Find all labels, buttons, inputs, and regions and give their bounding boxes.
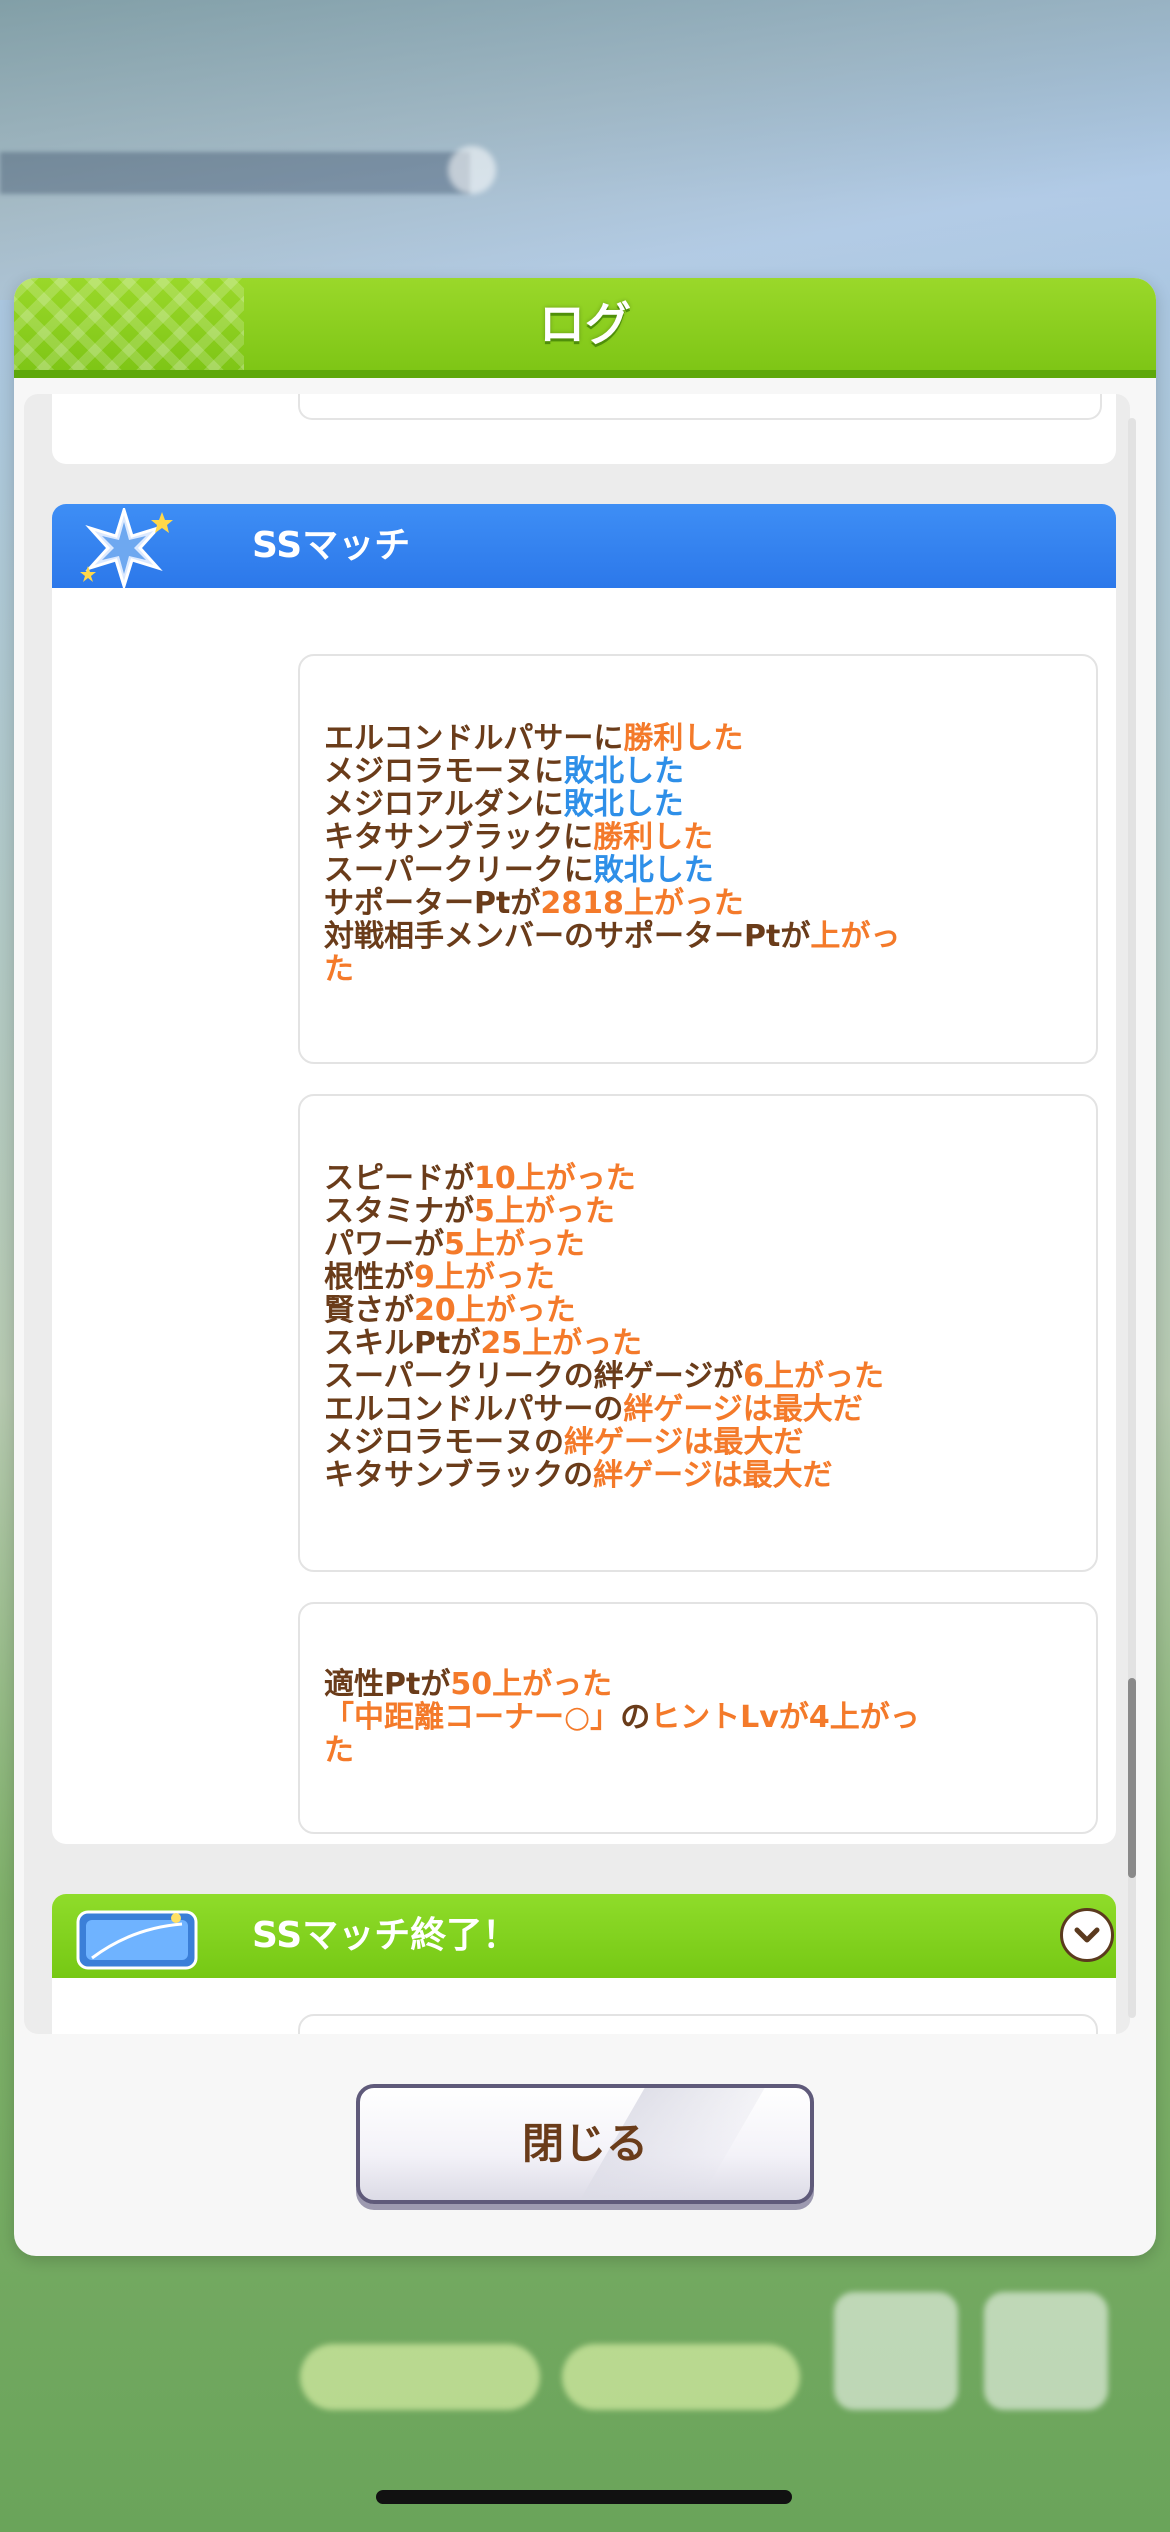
log-line: メジロラモーヌに敗北した	[324, 754, 684, 789]
previous-log-section	[52, 394, 1116, 464]
section-title: SSマッチ	[252, 525, 411, 566]
log-line: 根性が9上がった	[324, 1260, 555, 1295]
log-line: スーパークリークの絆ゲージが6上がった	[324, 1359, 884, 1394]
log-line: 対戦相手メンバーのサポーターPtが上がっ	[324, 919, 901, 954]
log-modal: ログ SSマッチ エルコンドルパサーに勝利した メジロラモーヌに敗北した メジロ…	[14, 278, 1156, 2256]
project-larc-logo	[76, 1910, 198, 1970]
previous-log-card	[298, 394, 1102, 420]
background-banner	[0, 152, 470, 194]
log-line: スタミナが5上がった	[324, 1194, 615, 1229]
log-line: パワーが5上がった	[324, 1227, 585, 1262]
log-section-ss-match: SSマッチ エルコンドルパサーに勝利した メジロラモーヌに敗北した メジロアルダ…	[52, 504, 1116, 1844]
close-button[interactable]: 閉じる	[356, 2084, 814, 2204]
snowflake-star-icon	[80, 508, 173, 588]
log-line: 適性Ptが50上がった	[324, 1667, 613, 1702]
log-section-ss-match-end[interactable]: SSマッチ終了！	[52, 1894, 1116, 2034]
log-line: た	[324, 952, 354, 987]
expand-button[interactable]	[1060, 1908, 1114, 1962]
log-card-aptitude: 適性Ptが50上がった 「中距離コーナー○」のヒントLvが4上がっ た	[298, 1602, 1098, 1834]
modal-title: ログ	[539, 297, 631, 351]
scrollbar-track[interactable]	[1128, 418, 1136, 2018]
log-line: スーパークリークに敗北した	[324, 853, 714, 888]
log-line: た	[324, 1733, 354, 1768]
log-card-race-results: エルコンドルパサーに勝利した メジロラモーヌに敗北した メジロアルダンに敗北した…	[298, 654, 1098, 1064]
log-scroll-area[interactable]: SSマッチ エルコンドルパサーに勝利した メジロラモーヌに敗北した メジロアルダ…	[24, 394, 1130, 2034]
close-button-label: 閉じる	[521, 2119, 648, 2168]
log-line: キタサンブラックに勝利した	[324, 820, 714, 855]
background-skip-button	[300, 2344, 540, 2410]
log-card-stat-gains: スピードが10上がった スタミナが5上がった パワーが5上がった 根性が9上がっ…	[298, 1094, 1098, 1572]
log-line: 「中距離コーナー○」のヒントLvが4上がっ	[324, 1700, 920, 1735]
background-auto-button	[562, 2344, 800, 2410]
section-header: SSマッチ	[52, 504, 1116, 588]
background-menu-button	[984, 2292, 1108, 2410]
log-card-collapsed	[298, 2014, 1098, 2034]
section-title: SSマッチ終了！	[252, 1915, 519, 1956]
section-header[interactable]: SSマッチ終了！	[52, 1894, 1116, 1978]
log-line: メジロアルダンに敗北した	[324, 787, 684, 822]
header-underline	[14, 370, 1156, 378]
log-line: スピードが10上がった	[324, 1161, 636, 1196]
background-log-button	[834, 2292, 958, 2410]
background-grandstand	[0, 0, 1170, 300]
background-marker	[448, 146, 496, 194]
log-line: キタサンブラックの絆ゲージは最大だ	[324, 1458, 833, 1493]
scrollbar-thumb[interactable]	[1128, 1678, 1136, 1878]
log-line: スキルPtが25上がった	[324, 1326, 643, 1361]
home-indicator[interactable]	[376, 2490, 792, 2504]
log-line: エルコンドルパサーに勝利した	[324, 721, 744, 756]
chevron-down-icon	[1074, 1927, 1100, 1943]
log-line: エルコンドルパサーの絆ゲージは最大だ	[324, 1392, 863, 1427]
modal-header: ログ	[14, 278, 1156, 378]
log-line: サポーターPtが2818上がった	[324, 886, 744, 921]
log-line: 賢さが20上がった	[324, 1293, 576, 1328]
log-line: メジロラモーヌの絆ゲージは最大だ	[324, 1425, 804, 1460]
